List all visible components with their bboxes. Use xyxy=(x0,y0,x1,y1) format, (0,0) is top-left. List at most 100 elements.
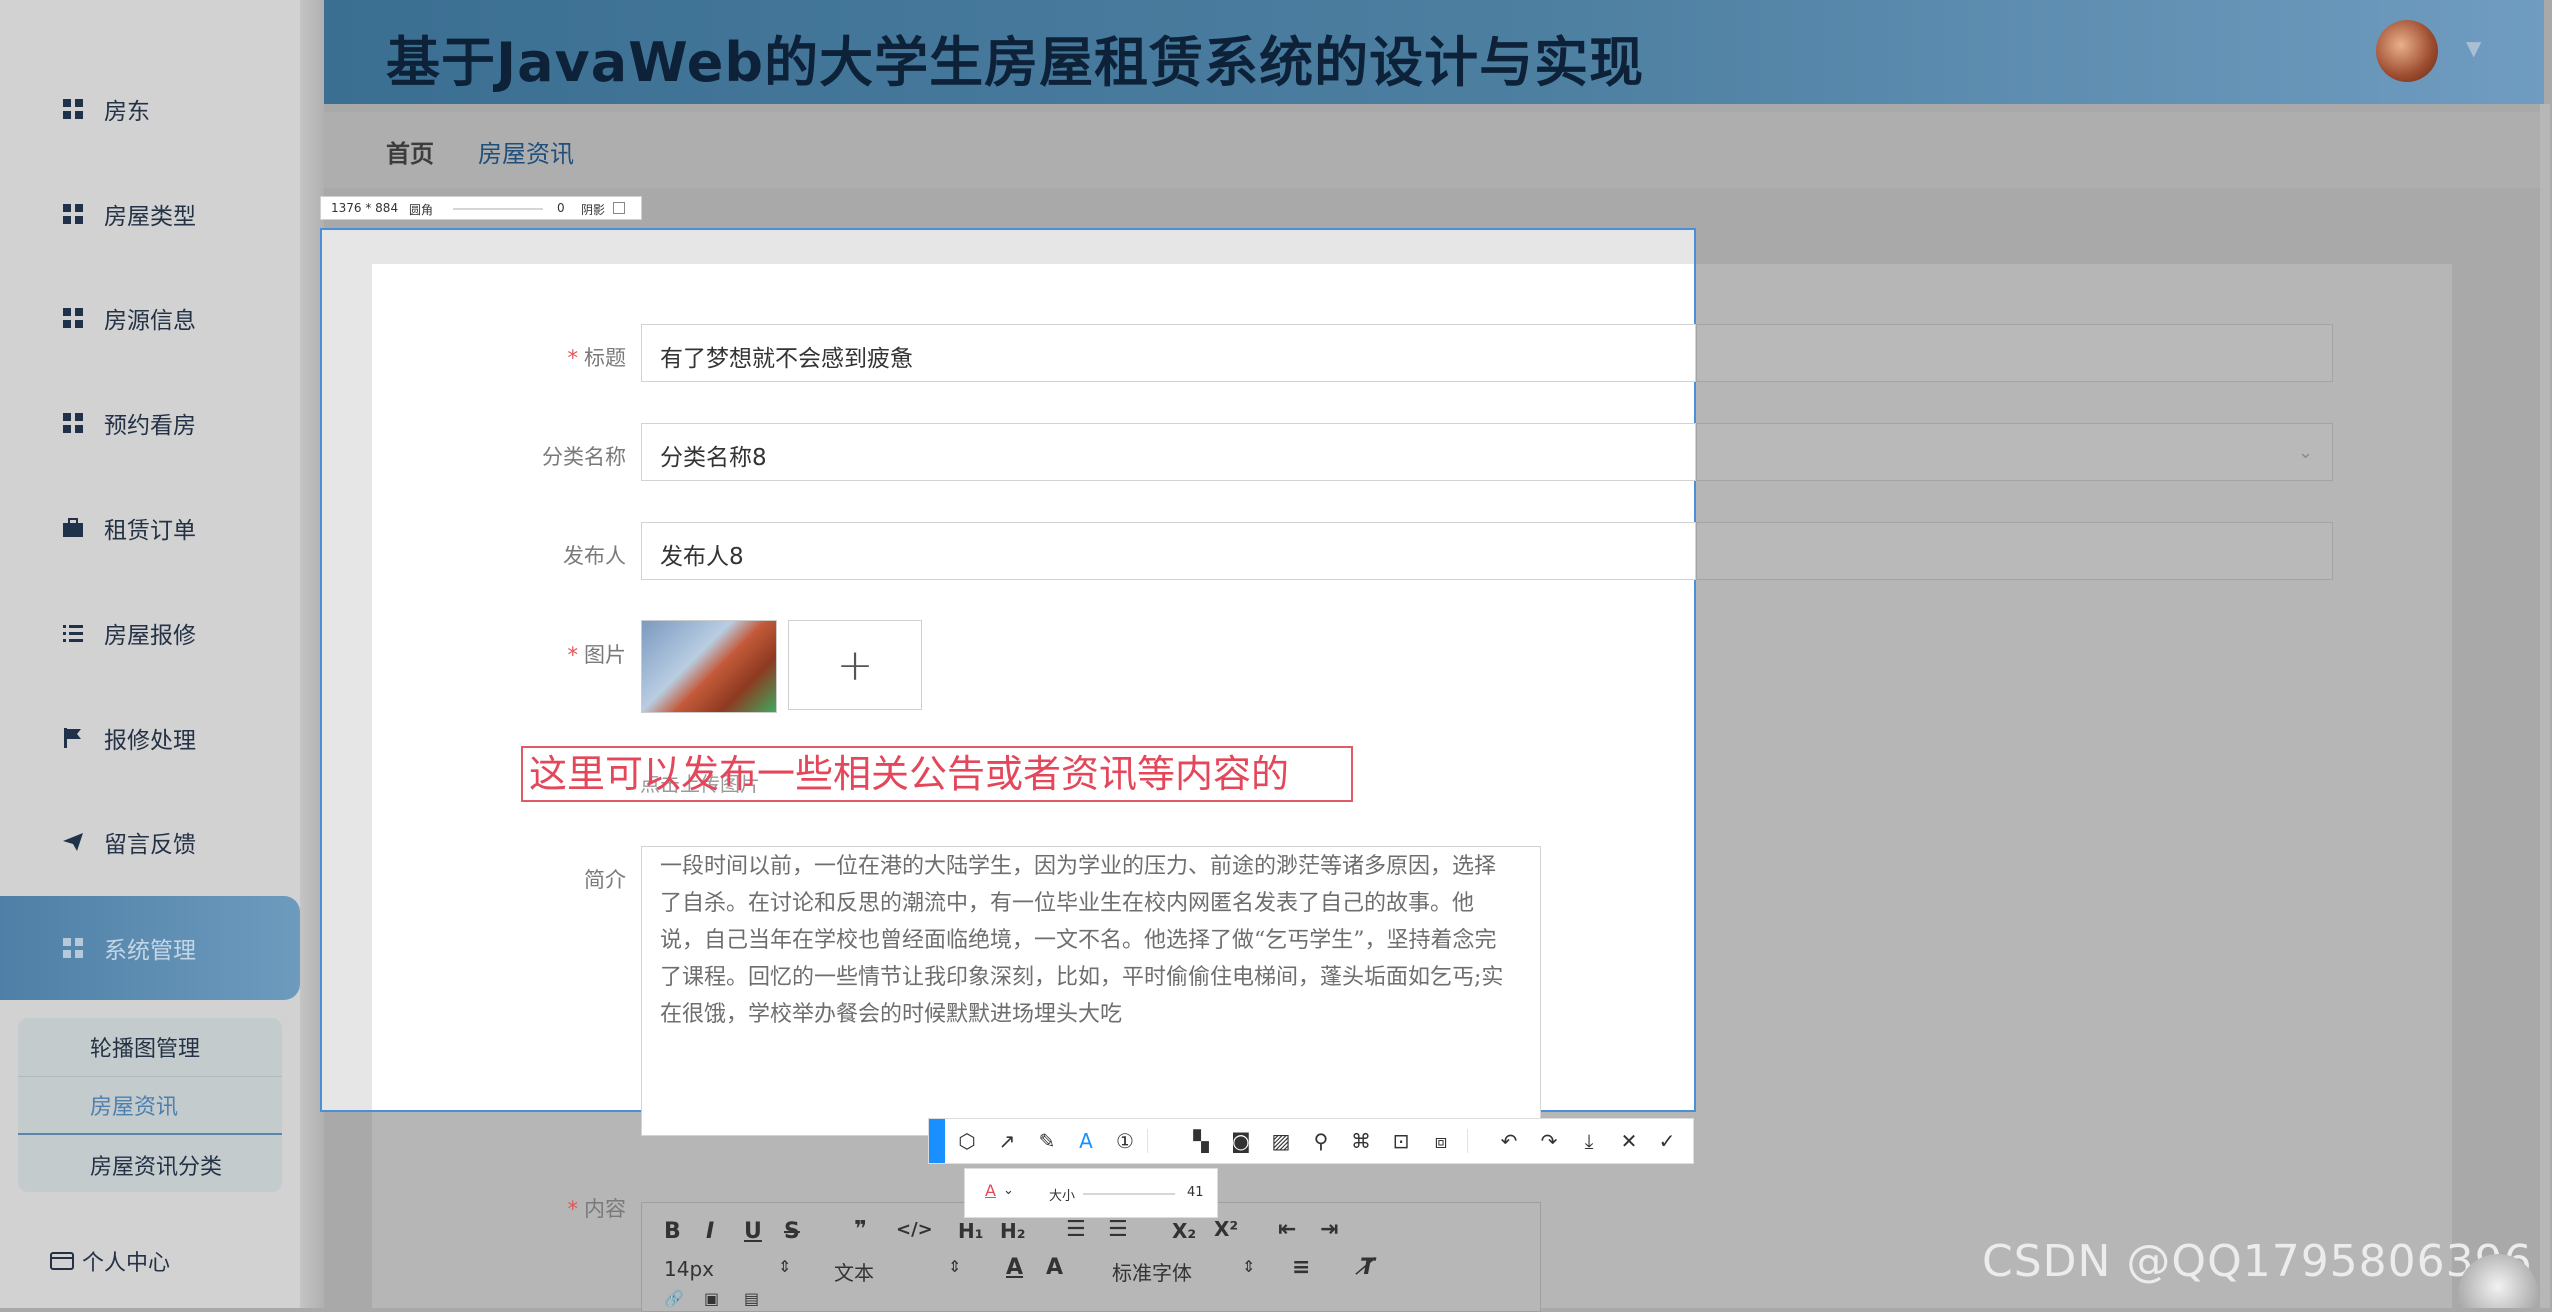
radius-slider[interactable] xyxy=(453,208,543,210)
size-value: 41 xyxy=(1187,1185,1204,1200)
pin-icon[interactable]: ⚲ xyxy=(1307,1127,1335,1155)
arrow-icon[interactable]: ↗ xyxy=(993,1127,1021,1155)
chevron-down-icon[interactable]: ⌄ xyxy=(1003,1183,1014,1198)
flag-icon xyxy=(64,728,81,748)
font-size-select[interactable]: 14px xyxy=(664,1257,714,1281)
block-type-select[interactable]: 文本 xyxy=(834,1257,874,1286)
hatch-icon[interactable]: ▨ xyxy=(1267,1127,1295,1155)
sidebar-item-personal[interactable]: 个人中心 xyxy=(50,1245,170,1277)
shape-icon[interactable]: ⬡ xyxy=(953,1127,981,1155)
uploaded-image-thumbnail[interactable] xyxy=(641,620,777,713)
top-header: 基于JavaWeb的大学生房屋租赁系统的设计与实现 ▼ xyxy=(324,0,2544,104)
video-icon[interactable]: ▤ xyxy=(744,1289,759,1308)
sidebar-item-label: 个人中心 xyxy=(82,1251,171,1276)
pin-tool-indicator[interactable] xyxy=(929,1119,945,1163)
category-select[interactable]: 分类名称8 xyxy=(641,423,1696,481)
bullet-list-icon[interactable]: ☰ xyxy=(1108,1217,1128,1242)
italic-icon[interactable]: I xyxy=(706,1219,714,1244)
heading2-icon[interactable]: H₂ xyxy=(1000,1219,1026,1243)
image-icon[interactable]: ▣ xyxy=(704,1289,719,1308)
link-icon[interactable]: 🔗 xyxy=(664,1289,684,1308)
sidebar-item-repair[interactable]: 房屋报修 xyxy=(0,588,300,678)
indent-icon[interactable]: ⇥ xyxy=(1320,1217,1338,1242)
bold-icon[interactable]: B xyxy=(664,1219,681,1244)
sidebar-item-label: 租赁订单 xyxy=(104,518,196,544)
font-family-select[interactable]: 标准字体 xyxy=(1112,1257,1192,1286)
mosaic-icon[interactable]: ▚ xyxy=(1187,1127,1215,1155)
sidebar-item-label: 房屋报修 xyxy=(104,623,196,649)
briefcase-icon xyxy=(63,518,83,537)
title-input-overflow xyxy=(1696,324,2333,382)
sidebar-item-landlord[interactable]: 房东 xyxy=(0,64,300,154)
size-label: 大小 xyxy=(1049,1189,1076,1204)
scrollbar[interactable] xyxy=(2540,104,2550,1308)
sidebar-item-viewing[interactable]: 预约看房 xyxy=(0,378,300,468)
sidebar-item-orders[interactable]: 租赁订单 xyxy=(0,483,300,573)
close-icon[interactable]: ✕ xyxy=(1615,1127,1643,1155)
category-label: 分类名称 xyxy=(542,445,626,469)
size-slider[interactable] xyxy=(1083,1193,1175,1195)
sidebar-item-repair-handling[interactable]: 报修处理 xyxy=(0,693,300,783)
publisher-label: 发布人 xyxy=(563,544,626,568)
redo-icon[interactable]: ↷ xyxy=(1535,1127,1563,1155)
id-card-icon xyxy=(50,1252,74,1270)
sidebar-item-house-type[interactable]: 房屋类型 xyxy=(0,169,300,259)
font-size-caret-icon[interactable]: ⇕ xyxy=(778,1257,791,1276)
number-marker-icon[interactable]: ① xyxy=(1111,1127,1139,1155)
avatar[interactable] xyxy=(2376,20,2438,82)
chevron-down-icon[interactable]: ⌄ xyxy=(2298,442,2313,463)
submenu-house-news[interactable]: 房屋资讯 xyxy=(18,1077,282,1135)
shadow-checkbox[interactable] xyxy=(613,202,625,214)
sidebar-item-label: 房东 xyxy=(104,99,150,125)
background-color-icon[interactable]: A xyxy=(1046,1255,1063,1280)
heading1-icon[interactable]: H₁ xyxy=(958,1219,984,1243)
breadcrumb-home[interactable]: 首页 xyxy=(386,134,434,169)
sidebar-item-listings[interactable]: 房源信息 xyxy=(0,273,300,363)
grid-icon xyxy=(63,938,83,958)
code-icon[interactable]: </> xyxy=(896,1219,933,1240)
strikethrough-icon[interactable]: S xyxy=(784,1219,800,1244)
sidebar-item-label: 预约看房 xyxy=(104,413,196,439)
pen-icon[interactable]: ✎ xyxy=(1033,1127,1061,1155)
watermark: CSDN @QQ1795806396 xyxy=(1982,1236,2533,1287)
upload-image-button[interactable]: + xyxy=(788,620,922,710)
blur-icon[interactable]: ◙ xyxy=(1227,1127,1255,1155)
capture-toolbar: ⬡ ↗ ✎ A ① ▚ ◙ ▨ ⚲ ⌘ ⊡ ⧈ ↶ ↷ ⤓ ✕ ✓ xyxy=(928,1118,1694,1164)
system-submenu: 轮播图管理 房屋资讯 房屋资讯分类 xyxy=(18,1018,282,1192)
intro-text: 一段时间以前，一位在港的大陆学生，因为学业的压力、前途的渺茫等诸多原因，选择了自… xyxy=(660,854,1504,1027)
font-family-caret-icon[interactable]: ⇕ xyxy=(1242,1257,1255,1276)
caret-down-icon[interactable]: ▼ xyxy=(2466,36,2481,60)
submenu-carousel[interactable]: 轮播图管理 xyxy=(18,1018,282,1076)
underline-icon[interactable]: U xyxy=(744,1219,762,1244)
list-icon xyxy=(63,625,83,642)
sidebar-item-feedback[interactable]: 留言反馈 xyxy=(0,797,300,887)
undo-icon[interactable]: ↶ xyxy=(1495,1127,1523,1155)
sidebar-item-label: 房源信息 xyxy=(104,308,196,334)
text-tool-options: A ⌄ 大小 41 xyxy=(964,1168,1218,1218)
ocr-icon[interactable]: ⊡ xyxy=(1387,1127,1415,1155)
publisher-input[interactable]: 发布人8 xyxy=(641,522,1696,580)
submenu-news-category[interactable]: 房屋资讯分类 xyxy=(18,1136,282,1194)
subscript-icon[interactable]: X₂ xyxy=(1172,1219,1196,1243)
text-color-icon[interactable]: A xyxy=(985,1181,996,1200)
breadcrumb: 首页 房屋资讯 xyxy=(324,112,2544,188)
scan-icon[interactable]: ⧈ xyxy=(1427,1127,1455,1155)
outdent-icon[interactable]: ⇤ xyxy=(1278,1217,1296,1242)
sidebar-item-system[interactable]: 系统管理 xyxy=(0,896,300,1000)
translate-icon[interactable]: ⌘ xyxy=(1347,1127,1375,1155)
block-type-caret-icon[interactable]: ⇕ xyxy=(948,1257,961,1276)
title-label: * 标题 xyxy=(567,346,627,370)
clear-format-icon[interactable]: T̸ xyxy=(1360,1255,1375,1280)
download-icon[interactable]: ⤓ xyxy=(1575,1127,1603,1155)
confirm-icon[interactable]: ✓ xyxy=(1653,1127,1681,1155)
superscript-icon[interactable]: X² xyxy=(1214,1217,1238,1241)
ordered-list-icon[interactable]: ☰ xyxy=(1066,1217,1086,1242)
title-input[interactable]: 有了梦想就不会感到疲惫 xyxy=(641,324,1696,382)
send-icon xyxy=(63,833,83,851)
rich-text-editor[interactable]: B I U S ❞ </> H₁ H₂ ☰ ☰ X₂ X² ⇤ ⇥ 14px ⇕… xyxy=(641,1202,1541,1312)
annotation-text-box[interactable]: 这里可以发布一些相关公告或者资讯等内容的 xyxy=(521,746,1353,802)
quote-icon[interactable]: ❞ xyxy=(854,1217,867,1242)
align-icon[interactable]: ≡ xyxy=(1292,1255,1310,1280)
font-color-icon[interactable]: A xyxy=(1006,1255,1023,1280)
text-tool-icon[interactable]: A xyxy=(1072,1127,1100,1155)
